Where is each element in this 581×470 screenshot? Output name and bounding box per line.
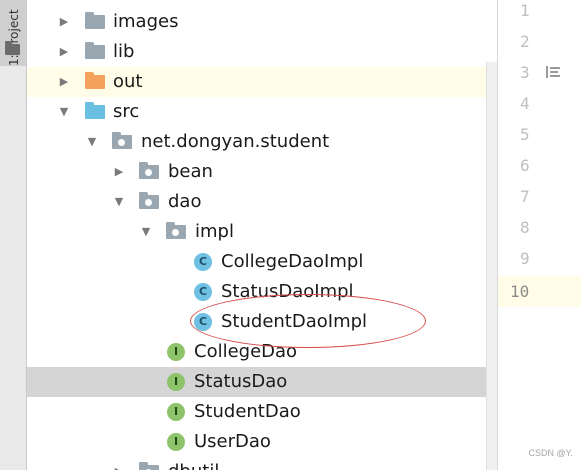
tree-row-user-dao[interactable]: I UserDao — [27, 427, 497, 457]
interface-icon: I — [167, 403, 185, 421]
class-icon: C — [194, 313, 212, 331]
tree-row-package-student[interactable]: ▼ net.dongyan.student — [27, 127, 497, 157]
tree-row-label: StudentDao — [194, 401, 301, 422]
line-number: 9 — [520, 249, 530, 268]
line-number: 3 — [498, 57, 581, 88]
line-number: 8 — [520, 218, 530, 237]
project-tool-tab[interactable]: 1: Project — [0, 0, 26, 66]
tree-row-dbutil[interactable]: ▶ dbutil — [27, 457, 497, 470]
tree-row-student-dao[interactable]: I StudentDao — [27, 397, 497, 427]
expand-arrow-icon[interactable]: ▶ — [57, 67, 71, 97]
collapse-arrow-icon[interactable]: ▼ — [112, 187, 126, 217]
tree-row-label: lib — [113, 41, 135, 62]
tree-row-college-dao[interactable]: I CollegeDao — [27, 337, 497, 367]
package-icon — [139, 162, 159, 179]
project-tree: ▶ images ▶ lib ▶ out ▼ src ▼ net.dongyan… — [27, 0, 497, 470]
source-folder-icon — [85, 102, 105, 119]
line-number: 2 — [520, 32, 530, 51]
collapse-arrow-icon[interactable]: ▼ — [85, 127, 99, 157]
tree-row-label: net.dongyan.student — [141, 131, 330, 152]
expand-arrow-icon[interactable]: ▶ — [112, 157, 126, 187]
expand-arrow-icon[interactable]: ▶ — [57, 37, 71, 67]
tree-row-lib[interactable]: ▶ lib — [27, 37, 497, 67]
interface-icon: I — [167, 433, 185, 451]
tree-row-label: dbutil — [168, 457, 219, 470]
tree-row-impl[interactable]: ▼ impl — [27, 217, 497, 247]
tree-row-status-dao[interactable]: I StatusDao — [27, 367, 497, 397]
tree-row-label: bean — [168, 161, 213, 182]
tree-row-label: CollegeDao — [194, 341, 298, 362]
tree-row-bean[interactable]: ▶ bean — [27, 157, 497, 187]
expand-arrow-icon[interactable]: ▶ — [57, 7, 71, 37]
doc-comment-fold-icon[interactable] — [546, 66, 560, 78]
tree-row-dao[interactable]: ▼ dao — [27, 187, 497, 217]
line-number: 1 — [520, 1, 530, 20]
line-number: 4 — [520, 94, 530, 113]
interface-icon: I — [167, 373, 185, 391]
tree-row-out[interactable]: ▶ out — [27, 67, 497, 97]
line-number: 7 — [520, 187, 530, 206]
tree-row-label: UserDao — [194, 431, 271, 452]
interface-icon: I — [167, 343, 185, 361]
collapse-arrow-icon[interactable]: ▼ — [57, 97, 71, 127]
class-icon: C — [194, 253, 212, 271]
tree-row-label: CollegeDaoImpl — [221, 251, 364, 272]
expand-arrow-icon[interactable]: ▶ — [112, 457, 126, 470]
tree-row-college-dao-impl[interactable]: C CollegeDaoImpl — [27, 247, 497, 277]
package-icon — [139, 192, 159, 209]
tree-row-src[interactable]: ▼ src — [27, 97, 497, 127]
line-number: 6 — [520, 156, 530, 175]
tree-row-label: StatusDao — [194, 371, 288, 392]
folder-icon — [85, 42, 105, 59]
tree-row-label: StatusDaoImpl — [221, 281, 354, 302]
package-icon — [166, 222, 186, 239]
current-line-number: 10 — [498, 276, 581, 307]
collapse-arrow-icon[interactable]: ▼ — [139, 217, 153, 247]
package-icon — [139, 462, 159, 470]
folder-icon — [5, 41, 20, 55]
tree-row-label: src — [113, 101, 140, 122]
tree-row-student-dao-impl[interactable]: C StudentDaoImpl — [27, 307, 497, 337]
tree-row-label: impl — [195, 221, 234, 242]
package-icon — [112, 132, 132, 149]
tool-window-strip: 1: Project — [0, 0, 27, 470]
tree-scrollbar[interactable] — [486, 62, 497, 470]
tree-row-label: StudentDaoImpl — [221, 311, 368, 332]
line-number: 5 — [520, 125, 530, 144]
tree-row-label: dao — [168, 191, 202, 212]
class-icon: C — [194, 283, 212, 301]
tree-row-label: images — [113, 11, 179, 32]
watermark: CSDN @Y. — [528, 448, 573, 458]
tree-row-status-dao-impl[interactable]: C StatusDaoImpl — [27, 277, 497, 307]
tree-row-images[interactable]: ▶ images — [27, 7, 497, 37]
project-tab-label: 1: Project — [7, 9, 21, 66]
tree-row-label: out — [113, 71, 143, 92]
excluded-folder-icon — [85, 72, 105, 89]
editor-gutter: 1 2 3 4 5 6 7 8 9 10 — [497, 0, 581, 470]
folder-icon — [85, 12, 105, 29]
